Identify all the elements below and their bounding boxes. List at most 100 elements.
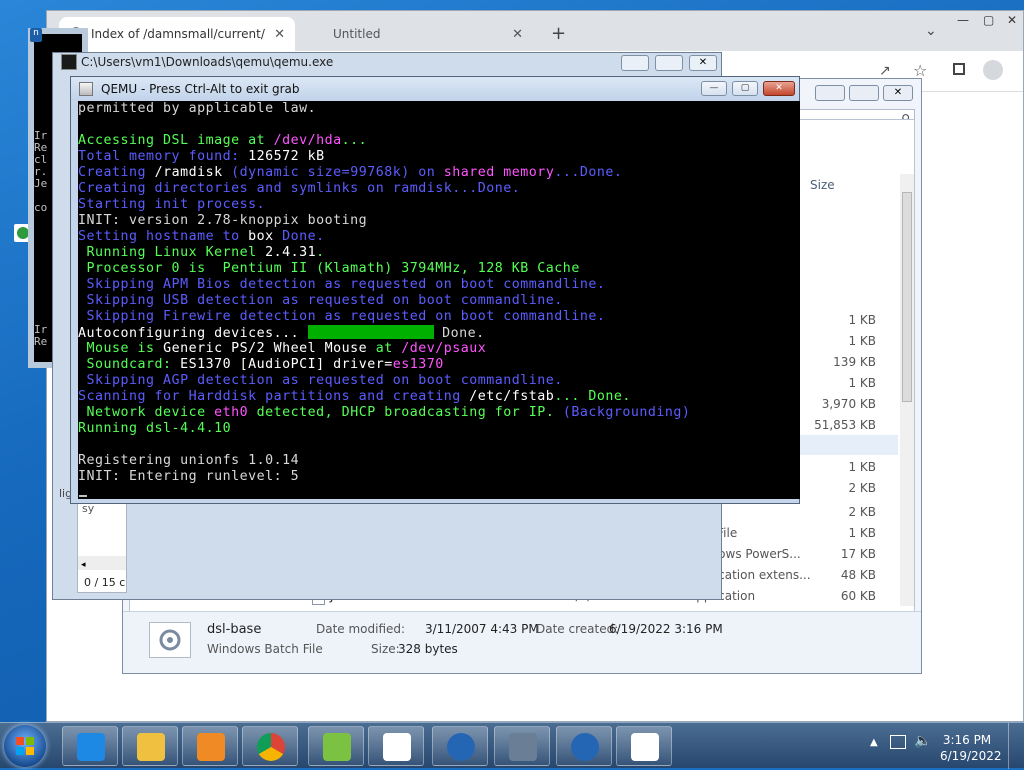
console-text: (dynamic size=99768k) on xyxy=(222,165,444,180)
console-text: es1370 xyxy=(392,357,444,372)
file-size-cell: 51,853 KB xyxy=(814,418,876,432)
taskbar-button[interactable] xyxy=(62,726,118,766)
console-line: Starting init process. xyxy=(78,197,265,213)
console-text: (Backgrounding) xyxy=(562,405,691,420)
volume-icon[interactable]: 🔈 xyxy=(914,733,931,749)
console-text: INIT: version 2.78-knoppix booting xyxy=(78,213,368,228)
qemu-title: QEMU - Press Ctrl-Alt to exit grab xyxy=(101,82,300,96)
console-line: Creating /ramdisk (dynamic size=99768k) … xyxy=(78,165,622,181)
taskbar-button[interactable] xyxy=(308,726,364,766)
share-icon[interactable]: ↗ xyxy=(879,63,891,79)
chrome-icon xyxy=(257,733,285,761)
side-panel-icon[interactable] xyxy=(953,63,965,75)
xming-icon xyxy=(323,733,351,761)
profile-avatar-icon[interactable] xyxy=(983,60,1003,80)
console-line: Creating directories and symlinks on ram… xyxy=(78,181,520,197)
console-text: Done. xyxy=(433,326,485,341)
file-size: 1 KB xyxy=(848,526,876,540)
clock-time[interactable]: 3:16 PM xyxy=(940,733,994,747)
console-text: Autoconfiguring devices... xyxy=(78,326,308,341)
file-size-cell: 139 KB xyxy=(833,355,876,369)
taskbar-button[interactable] xyxy=(122,726,178,766)
qemu-close-button[interactable]: ✕ xyxy=(763,81,795,96)
browser-tab-index[interactable]: Index of /damnsmall/current/ ✕ xyxy=(59,17,295,51)
taskbar-button[interactable] xyxy=(432,726,488,766)
console-line: Soundcard: ES1370 [AudioPCI] driver=es13… xyxy=(78,357,444,373)
console-text: ... xyxy=(341,133,368,148)
console-text: Skipping Firewire detection as requested… xyxy=(78,309,606,324)
status-bar-text: 0 / 15 c xyxy=(84,576,126,589)
browser-tab-bar: Index of /damnsmall/current/ ✕ Untitled … xyxy=(47,11,1023,51)
maximize-button[interactable]: ▢ xyxy=(983,13,994,27)
console-text: Done. xyxy=(273,229,325,244)
qemu-icon xyxy=(631,733,659,761)
console-close-button[interactable]: ✕ xyxy=(689,55,717,71)
browser-tab-untitled[interactable]: Untitled ✕ xyxy=(323,17,533,51)
console-line: Skipping APM Bios detection as requested… xyxy=(78,277,605,293)
network-icon[interactable] xyxy=(890,735,906,749)
console-text: . xyxy=(316,245,325,260)
console-text: ...Done. xyxy=(554,165,623,180)
close-window-button[interactable]: ✕ xyxy=(1007,13,1017,27)
console-text: 126572 kB xyxy=(248,149,325,164)
close-tab-button[interactable]: ✕ xyxy=(274,27,285,42)
console-text: Scanning for Harddisk partitions and cre… xyxy=(78,389,470,404)
console-text: Soundcard: xyxy=(78,357,181,372)
console-line: Accessing DSL image at /dev/hda... xyxy=(78,133,367,149)
console-cursor xyxy=(79,495,87,497)
vertical-scrollbar[interactable] xyxy=(900,174,914,606)
console-text: permitted by applicable law. xyxy=(78,101,317,116)
minimize-button[interactable]: — xyxy=(957,13,969,27)
tab-search-button[interactable]: ⌄ xyxy=(925,23,937,39)
details-size-value: 328 bytes xyxy=(398,642,458,656)
console-maximize-button[interactable] xyxy=(655,55,683,71)
more-menu-icon[interactable]: ⋮ xyxy=(1017,61,1023,77)
clock-date[interactable]: 6/19/2022 xyxy=(940,749,1002,763)
explorer-minimize-button[interactable] xyxy=(815,85,845,101)
console-line: Registering unionfs 1.0.14 xyxy=(78,453,299,469)
taskbar-button[interactable] xyxy=(182,726,238,766)
explorer-close-button[interactable]: ✕ xyxy=(883,85,913,101)
vm-console-screen[interactable]: permitted by applicable law. Accessing DS… xyxy=(78,101,800,499)
close-tab-button[interactable]: ✕ xyxy=(512,27,523,42)
console-text: shared memory xyxy=(443,165,555,180)
progress-bar xyxy=(307,325,434,339)
console-line: Network device eth0 detected, DHCP broad… xyxy=(78,405,690,421)
taskbar-button[interactable] xyxy=(368,726,424,766)
details-created-label: Date created: xyxy=(536,622,619,636)
taskbar: ▲ 🔈 3:16 PM 6/19/2022 xyxy=(0,722,1024,769)
file-size-cell: 1 KB xyxy=(848,376,876,390)
console-text: 2.4.31 xyxy=(265,245,317,260)
taskbar-button[interactable] xyxy=(494,726,550,766)
console-text: Creating xyxy=(78,165,155,180)
file-size-cell: 1 KB xyxy=(848,334,876,348)
console-text: detected, DHCP broadcasting for IP. xyxy=(248,405,563,420)
console-minimize-button[interactable] xyxy=(621,55,649,71)
new-tab-button[interactable]: + xyxy=(551,23,566,44)
file-size-cell: 2 KB xyxy=(848,481,876,495)
console-text: eth0 xyxy=(214,405,249,420)
start-button[interactable] xyxy=(4,725,46,767)
show-hidden-icons-button[interactable]: ▲ xyxy=(870,737,878,748)
console-text: box xyxy=(248,229,274,244)
console-line: INIT: Entering runlevel: 5 xyxy=(78,469,299,485)
qemu-maximize-button[interactable]: ▢ xyxy=(732,81,758,96)
show-desktop-button[interactable] xyxy=(1008,723,1024,769)
file-size: 17 KB xyxy=(840,547,876,561)
taskbar-button[interactable] xyxy=(616,726,672,766)
scrollbar-thumb[interactable] xyxy=(902,192,912,402)
explorer-maximize-button[interactable] xyxy=(849,85,879,101)
qemu-title-bar: QEMU - Press Ctrl-Alt to exit grab — ▢ ✕ xyxy=(71,77,799,101)
nomachine-icon xyxy=(447,733,475,761)
console-text: Skipping AGP detection as requested on b… xyxy=(78,373,563,388)
qemu-minimize-button[interactable]: — xyxy=(701,81,727,96)
console-inner-pane: sy ◂ 0 / 15 c xyxy=(77,499,127,593)
qemu-app-icon xyxy=(79,82,93,96)
horizontal-scrollbar[interactable]: ◂ xyxy=(78,556,126,570)
taskbar-button[interactable] xyxy=(556,726,612,766)
console-line: Autoconfiguring devices... Done. xyxy=(78,325,485,341)
taskbar-button[interactable] xyxy=(242,726,298,766)
browser-tab-label: Index of /damnsmall/current/ xyxy=(91,27,265,41)
wireshark-icon xyxy=(509,733,537,761)
size-column-header[interactable]: Size xyxy=(810,178,835,192)
